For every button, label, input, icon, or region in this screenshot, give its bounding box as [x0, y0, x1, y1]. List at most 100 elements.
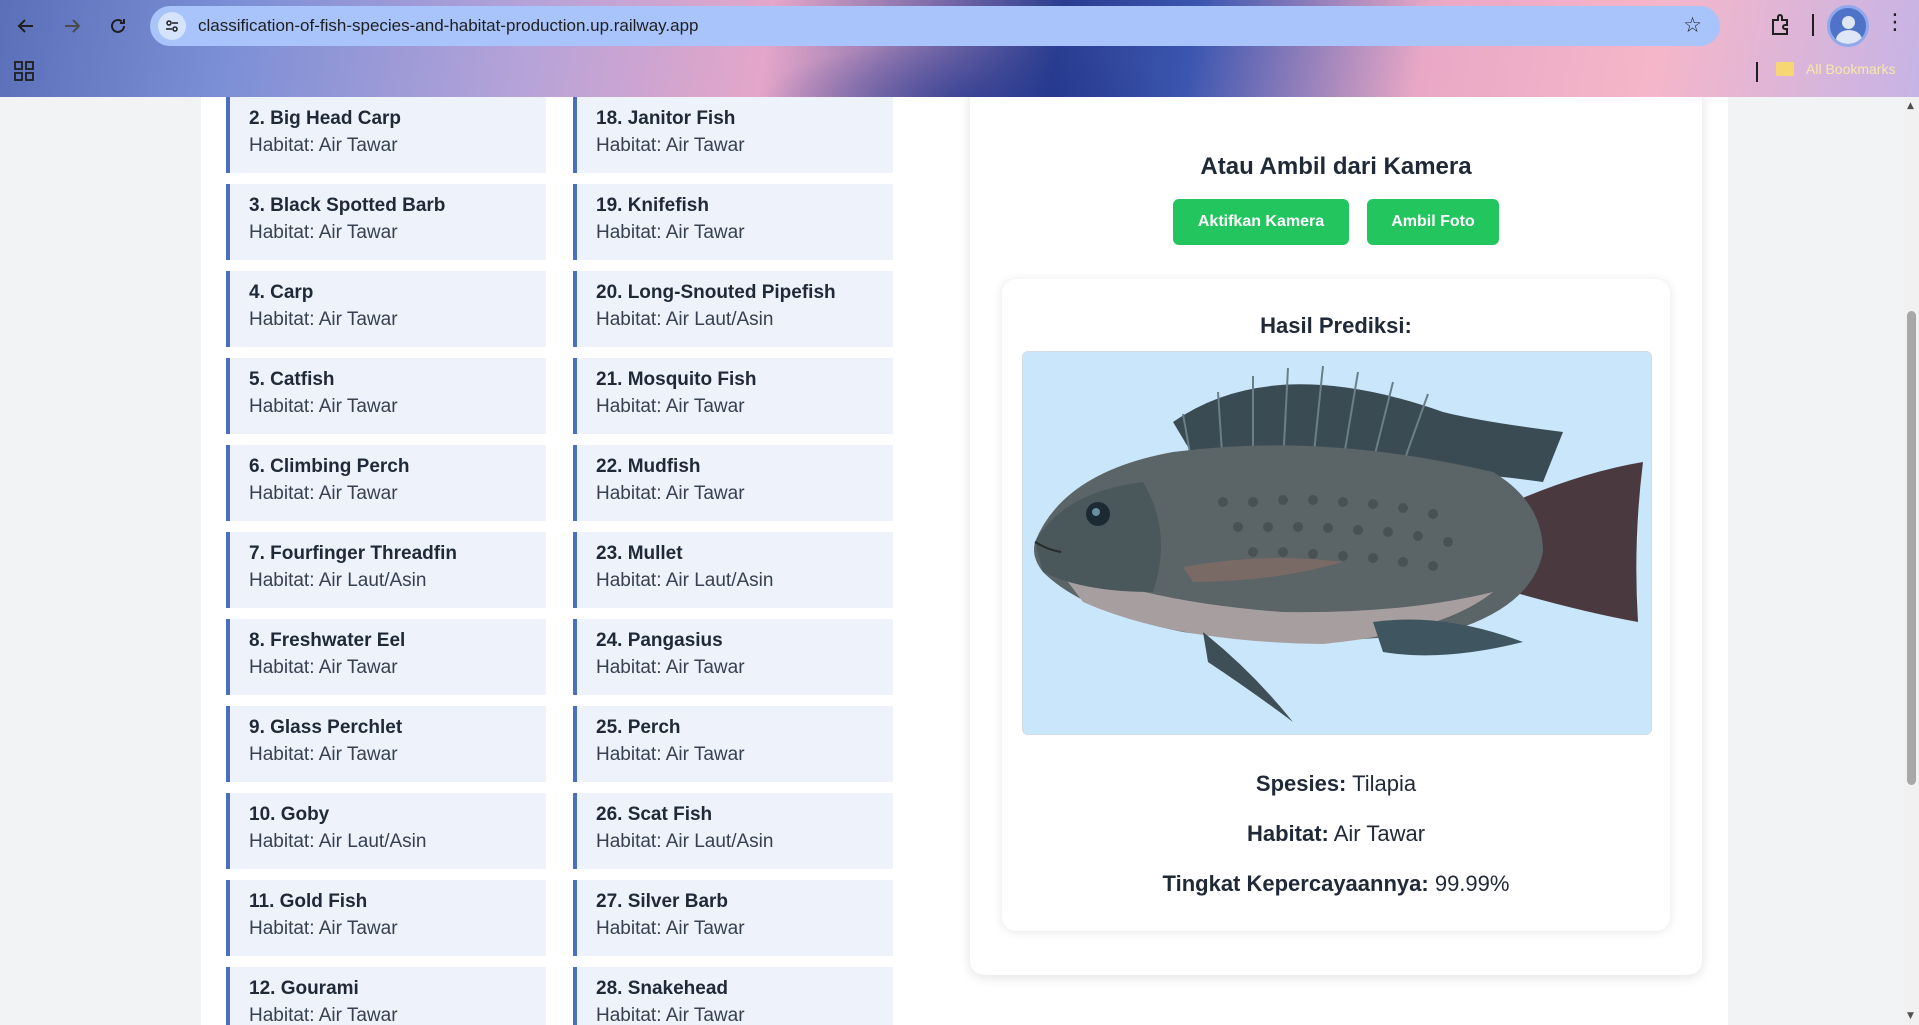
fish-name: 21. Mosquito Fish [596, 369, 757, 390]
address-bar[interactable]: classification-of-fish-species-and-habit… [150, 6, 1720, 46]
list-item: 27. Silver Barb Habitat: Air Tawar [573, 880, 893, 956]
apps-icon[interactable] [14, 61, 34, 85]
species-label: Spesies: [1255, 771, 1347, 796]
prediction-result-card: Hasil Prediksi: Spesies: Tilapia Habitat… [1002, 279, 1670, 931]
fish-habitat: Habitat: Air Laut/Asin [249, 830, 427, 852]
fish-habitat: Habitat: Air Laut/Asin [596, 830, 774, 852]
confidence-label: Tingkat Kepercayaannya: [1162, 871, 1429, 896]
fish-name: 25. Perch [596, 717, 681, 738]
fish-habitat: Habitat: Air Tawar [596, 656, 745, 678]
fish-name: 9. Glass Perchlet [249, 717, 403, 738]
fish-name: 27. Silver Barb [596, 891, 729, 912]
list-item: 19. Knifefish Habitat: Air Tawar [573, 184, 893, 260]
scroll-up-arrow-icon[interactable]: ▲ [1907, 101, 1914, 111]
browser-chrome: classification-of-fish-species-and-habit… [0, 0, 1919, 97]
fish-name: 18. Janitor Fish [596, 108, 736, 129]
star-icon[interactable]: ☆ [1683, 13, 1702, 37]
list-item: 4. Carp Habitat: Air Tawar [226, 271, 546, 347]
scroll-down-arrow-icon[interactable]: ▼ [1907, 1011, 1914, 1021]
fish-habitat: Habitat: Air Tawar [596, 134, 745, 156]
folder-icon [1776, 62, 1794, 76]
fish-name: 8. Freshwater Eel [249, 630, 406, 651]
all-bookmarks-link[interactable]: All Bookmarks [1806, 61, 1895, 77]
fish-name: 7. Fourfinger Threadfin [249, 543, 457, 564]
scroll-thumb[interactable] [1907, 311, 1916, 785]
confidence-value: 99.99% [1434, 871, 1510, 896]
list-item: 11. Gold Fish Habitat: Air Tawar [226, 880, 546, 956]
extensions-icon[interactable] [1768, 12, 1794, 38]
list-item: 10. Goby Habitat: Air Laut/Asin [226, 793, 546, 869]
activate-camera-button[interactable]: Aktifkan Kamera [1173, 199, 1349, 245]
list-item: 21. Mosquito Fish Habitat: Air Tawar [573, 358, 893, 434]
fish-habitat: Habitat: Air Tawar [249, 134, 398, 156]
fish-list-column-2: 18. Janitor Fish Habitat: Air Tawar 19. K… [573, 97, 893, 1025]
fish-name: 5. Catfish [249, 369, 335, 390]
site-info-icon[interactable] [158, 12, 186, 40]
fish-name: 28. Snakehead [596, 978, 729, 999]
fish-habitat: Habitat: Air Tawar [249, 308, 398, 330]
fish-name: 10. Goby [249, 804, 330, 825]
list-item: 26. Scat Fish Habitat: Air Laut/Asin [573, 793, 893, 869]
page: 2. Big Head Carp Habitat: Air Tawar 3. Bl… [0, 97, 1904, 1025]
fish-habitat: Habitat: Air Tawar [596, 395, 745, 417]
list-item: 9. Glass Perchlet Habitat: Air Tawar [226, 706, 546, 782]
fish-name: 20. Long-Snouted Pipefish [596, 282, 836, 303]
fish-name: 6. Climbing Perch [249, 456, 410, 477]
fish-photo [1022, 351, 1652, 735]
list-item: 2. Big Head Carp Habitat: Air Tawar [226, 97, 546, 173]
habitat-result: Habitat: Air Tawar [1002, 821, 1670, 847]
list-item: 18. Janitor Fish Habitat: Air Tawar [573, 97, 893, 173]
list-item: 6. Climbing Perch Habitat: Air Tawar [226, 445, 546, 521]
list-item: 5. Catfish Habitat: Air Tawar [226, 358, 546, 434]
profile-avatar[interactable] [1827, 5, 1869, 47]
fish-habitat: Habitat: Air Tawar [249, 656, 398, 678]
confidence-result: Tingkat Kepercayaannya: 99.99% [1002, 871, 1670, 897]
url-text[interactable]: classification-of-fish-species-and-habit… [198, 16, 699, 36]
list-item: 12. Gourami Habitat: Air Tawar [226, 967, 546, 1025]
list-item: 28. Snakehead Habitat: Air Tawar [573, 967, 893, 1025]
bookmarks-divider [1756, 62, 1758, 82]
fish-habitat: Habitat: Air Tawar [596, 917, 745, 939]
fish-habitat: Habitat: Air Laut/Asin [596, 308, 774, 330]
fish-habitat: Habitat: Air Tawar [596, 1004, 745, 1025]
fish-name: 19. Knifefish [596, 195, 709, 216]
fish-name: 2. Big Head Carp [249, 108, 402, 129]
fish-habitat: Habitat: Air Tawar [596, 221, 745, 243]
page-scrollbar[interactable]: ▲ ▼ [1904, 97, 1919, 1025]
fish-name: 11. Gold Fish [249, 891, 368, 912]
menu-icon[interactable]: ⋮ [1884, 10, 1906, 35]
result-title: Hasil Prediksi: [1260, 313, 1412, 338]
species-result: Spesies: Tilapia [1002, 771, 1670, 797]
list-item: 20. Long-Snouted Pipefish Habitat: Air La… [573, 271, 893, 347]
list-item: 24. Pangasius Habitat: Air Tawar [573, 619, 893, 695]
list-item: 7. Fourfinger Threadfin Habitat: Air Laut… [226, 532, 546, 608]
fish-habitat: Habitat: Air Tawar [249, 395, 398, 417]
fish-name: 22. Mudfish [596, 456, 701, 477]
fish-habitat: Habitat: Air Tawar [249, 482, 398, 504]
fish-habitat: Habitat: Air Laut/Asin [249, 569, 427, 591]
fish-name: 12. Gourami [249, 978, 359, 999]
fish-name: 23. Mullet [596, 543, 683, 564]
main-content: 2. Big Head Carp Habitat: Air Tawar 3. Bl… [201, 97, 1728, 1025]
back-icon[interactable] [12, 12, 40, 40]
fish-habitat: Habitat: Air Tawar [249, 221, 398, 243]
list-item: 25. Perch Habitat: Air Tawar [573, 706, 893, 782]
list-item: 23. Mullet Habitat: Air Laut/Asin [573, 532, 893, 608]
species-value: Tilapia [1352, 771, 1417, 796]
take-photo-button[interactable]: Ambil Foto [1367, 199, 1499, 245]
forward-icon[interactable] [58, 12, 86, 40]
prediction-panel: Atau Ambil dari Kamera Aktifkan Kamera A… [970, 97, 1702, 975]
fish-list-column-1: 2. Big Head Carp Habitat: Air Tawar 3. Bl… [226, 97, 546, 1025]
list-item: 22. Mudfish Habitat: Air Tawar [573, 445, 893, 521]
reload-icon[interactable] [104, 12, 132, 40]
fish-habitat: Habitat: Air Tawar [249, 1004, 398, 1025]
fish-habitat: Habitat: Air Laut/Asin [596, 569, 774, 591]
fish-name: 3. Black Spotted Barb [249, 195, 446, 216]
fish-habitat: Habitat: Air Tawar [249, 917, 398, 939]
fish-habitat: Habitat: Air Tawar [596, 482, 745, 504]
fish-name: 26. Scat Fish [596, 804, 713, 825]
camera-section-title: Atau Ambil dari Kamera [1200, 153, 1472, 180]
list-item: 3. Black Spotted Barb Habitat: Air Tawar [226, 184, 546, 260]
fish-name: 24. Pangasius [596, 630, 723, 651]
fish-habitat: Habitat: Air Tawar [249, 743, 398, 765]
